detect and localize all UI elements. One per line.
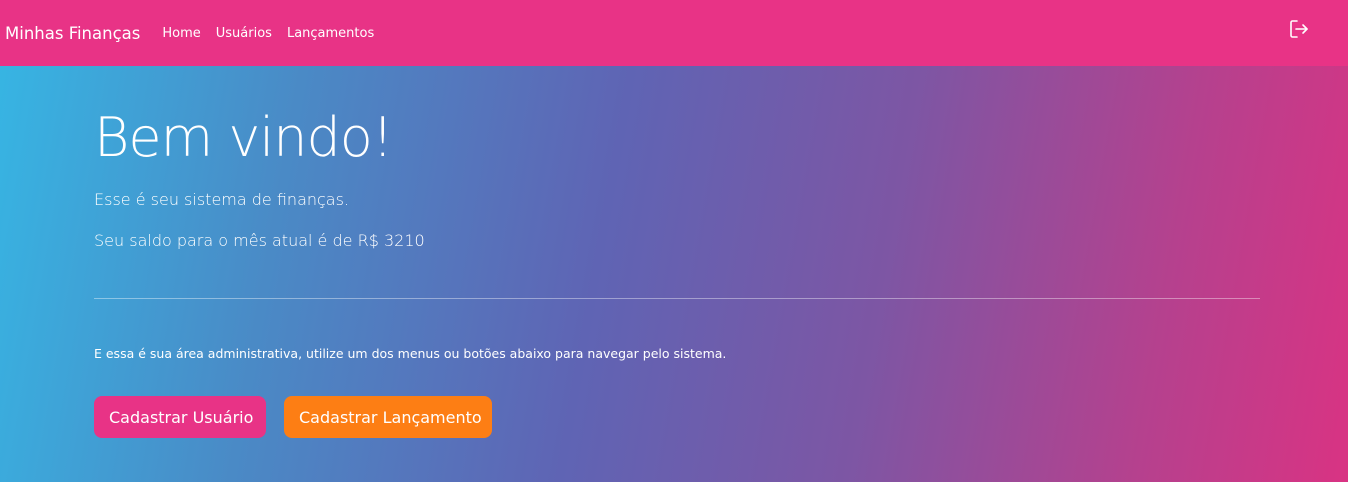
register-launch-button[interactable]: Cadastrar Lançamento xyxy=(284,396,492,438)
brand-link[interactable]: Minhas Finanças xyxy=(5,24,140,43)
navbar: Minhas Finanças Home Usuários Lançamento… xyxy=(0,0,1348,66)
page-title: Bem vindo! xyxy=(94,106,393,169)
nav-link-home[interactable]: Home xyxy=(162,26,200,41)
divider xyxy=(94,298,1260,299)
page: Minhas Finanças Home Usuários Lançamento… xyxy=(0,0,1348,482)
admin-info-text: E essa é sua área administrativa, utiliz… xyxy=(94,346,727,361)
nav-link-lancamentos[interactable]: Lançamentos xyxy=(287,26,374,41)
balance-text: Seu saldo para o mês atual é de R$ 3210 xyxy=(94,231,425,250)
logout-icon[interactable] xyxy=(1288,18,1310,40)
register-user-button[interactable]: Cadastrar Usuário xyxy=(94,396,266,438)
nav-link-usuarios[interactable]: Usuários xyxy=(216,26,272,41)
subtitle-text: Esse é seu sistema de finanças. xyxy=(94,190,350,209)
